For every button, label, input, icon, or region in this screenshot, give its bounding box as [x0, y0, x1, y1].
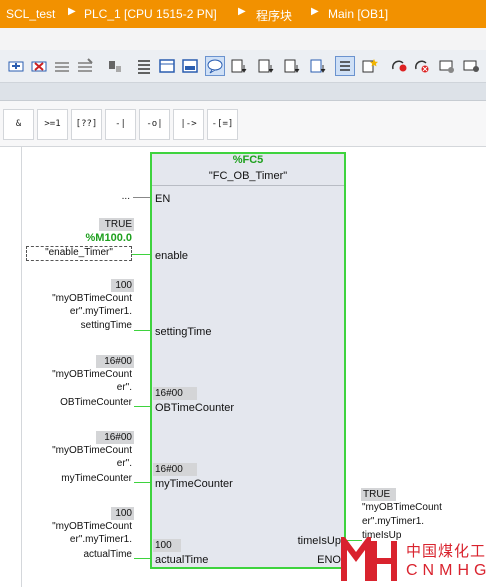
star-icon[interactable] [361, 57, 379, 75]
watermark-logo [340, 532, 404, 583]
or-box-button[interactable]: >=1 [37, 109, 68, 140]
pin-mytimecounter: myTimeCounter [155, 478, 233, 490]
network-icon-3[interactable] [53, 57, 71, 75]
actualtime-status: 100 [111, 507, 134, 520]
toolbar-separator [0, 83, 486, 101]
pin-actualtime: actualTime [155, 554, 209, 566]
network-delete-icon[interactable] [30, 57, 48, 75]
settingtime-status: 100 [111, 279, 134, 292]
settingtime-operand-line3[interactable]: settingTime [20, 320, 132, 332]
pin-enable: enable [155, 250, 189, 262]
en-operand[interactable]: ... [100, 191, 130, 203]
tool-icon[interactable] [106, 57, 124, 75]
favorites-icon-4[interactable] [309, 57, 327, 75]
open-branch-button[interactable]: |-> [173, 109, 204, 140]
enable-wire [132, 254, 150, 255]
nc-contact-button[interactable]: -o| [139, 109, 170, 140]
editor-toolbar [0, 50, 486, 83]
block-header-divider [152, 185, 344, 186]
breadcrumb-plc[interactable]: PLC_1 [CPU 1515-2 PN] [84, 7, 217, 21]
favorites-icon-2[interactable] [257, 57, 275, 75]
enable-status: TRUE [99, 218, 134, 231]
error-icon[interactable] [413, 57, 431, 75]
timeisup-operand-line1[interactable]: "myOBTimeCount [362, 502, 484, 514]
no-contact-button[interactable]: -| [105, 109, 136, 140]
pin-mytimecounter-value: 16#00 [153, 463, 197, 476]
favorites-icon-3[interactable] [283, 57, 301, 75]
watermark-cn-text: 中国煤化工 [406, 543, 486, 560]
obtimecounter-operand-line1[interactable]: "myOBTimeCount [20, 369, 132, 381]
settingtime-operand-line2[interactable]: er".myTimer1. [20, 306, 132, 318]
obtimecounter-operand-line2[interactable]: er". [20, 382, 132, 394]
pin-timeisup: timeIsUp [297, 535, 341, 547]
function-block[interactable]: %FC5 "FC_OB_Timer" EN enable settingTime… [150, 152, 346, 569]
settings-icon[interactable] [462, 57, 480, 75]
breadcrumb-sep-icon: ▶ [68, 6, 76, 17]
pin-obtimecounter: OBTimeCounter [155, 402, 235, 414]
breadcrumb-program-blocks[interactable]: 程序块 [256, 7, 292, 24]
breadcrumb-sep-icon: ▶ [311, 6, 319, 17]
network-icon-4[interactable] [76, 57, 94, 75]
block-db-label: %FC5 [232, 154, 264, 166]
watermark-en-text: CNMHG [406, 562, 486, 579]
box-icon[interactable] [158, 57, 176, 75]
actualtime-operand-line3[interactable]: actualTime [20, 549, 132, 561]
breadcrumb-project[interactable]: SCL_test [6, 7, 55, 21]
timeisup-operand-line2[interactable]: er".myTimer1. [362, 516, 484, 528]
assignment-button[interactable]: -[=] [207, 109, 238, 140]
goto-icon[interactable] [390, 57, 408, 75]
en-wire [133, 197, 150, 198]
list-view-icon[interactable] [335, 56, 355, 76]
settingtime-wire [134, 330, 150, 331]
mytimecounter-operand-line2[interactable]: er". [20, 458, 132, 470]
pin-eno: ENO [317, 554, 341, 566]
pin-settingtime: settingTime [155, 326, 212, 338]
instruction-favorites-bar: & >=1 [??] -| -o| |-> -[=] [0, 101, 486, 147]
title-bar: SCL_test ▶ PLC_1 [CPU 1515-2 PN] ▶ 程序块 ▶… [0, 0, 486, 28]
obtimecounter-wire [134, 406, 150, 407]
monitor-icon[interactable] [438, 57, 456, 75]
mytimecounter-wire [134, 482, 150, 483]
pin-actualtime-value: 100 [153, 539, 181, 552]
comment-icon[interactable] [205, 56, 225, 76]
breadcrumb-sep-icon: ▶ [238, 6, 246, 17]
breadcrumb-main-ob1[interactable]: Main [OB1] [328, 7, 388, 21]
pin-obtimecounter-value: 16#00 [153, 387, 197, 400]
pin-en: EN [155, 193, 171, 205]
and-box-button[interactable]: & [3, 109, 34, 140]
block-name: "FC_OB_Timer" [208, 170, 288, 182]
settingtime-operand-line1[interactable]: "myOBTimeCount [20, 293, 132, 305]
list-icon[interactable] [135, 57, 153, 75]
mytimecounter-operand-line3[interactable]: myTimeCounter [20, 473, 132, 485]
actualtime-operand-line2[interactable]: er".myTimer1. [20, 534, 132, 546]
favorites-icon-1[interactable] [230, 57, 248, 75]
mytimecounter-status: 16#00 [96, 431, 134, 444]
enable-operand[interactable]: "enable_Timer" [26, 246, 132, 261]
mytimecounter-operand-line1[interactable]: "myOBTimeCount [20, 445, 132, 457]
timeisup-status: TRUE [361, 488, 396, 501]
window-icon[interactable] [181, 57, 199, 75]
obtimecounter-status: 16#00 [96, 355, 134, 368]
obtimecounter-operand-line3[interactable]: OBTimeCounter [20, 397, 132, 409]
network-insert-icon[interactable] [7, 57, 25, 75]
actualtime-wire [134, 558, 150, 559]
empty-box-button[interactable]: [??] [71, 109, 102, 140]
actualtime-operand-line1[interactable]: "myOBTimeCount [20, 521, 132, 533]
enable-address: %M100.0 [85, 232, 132, 244]
